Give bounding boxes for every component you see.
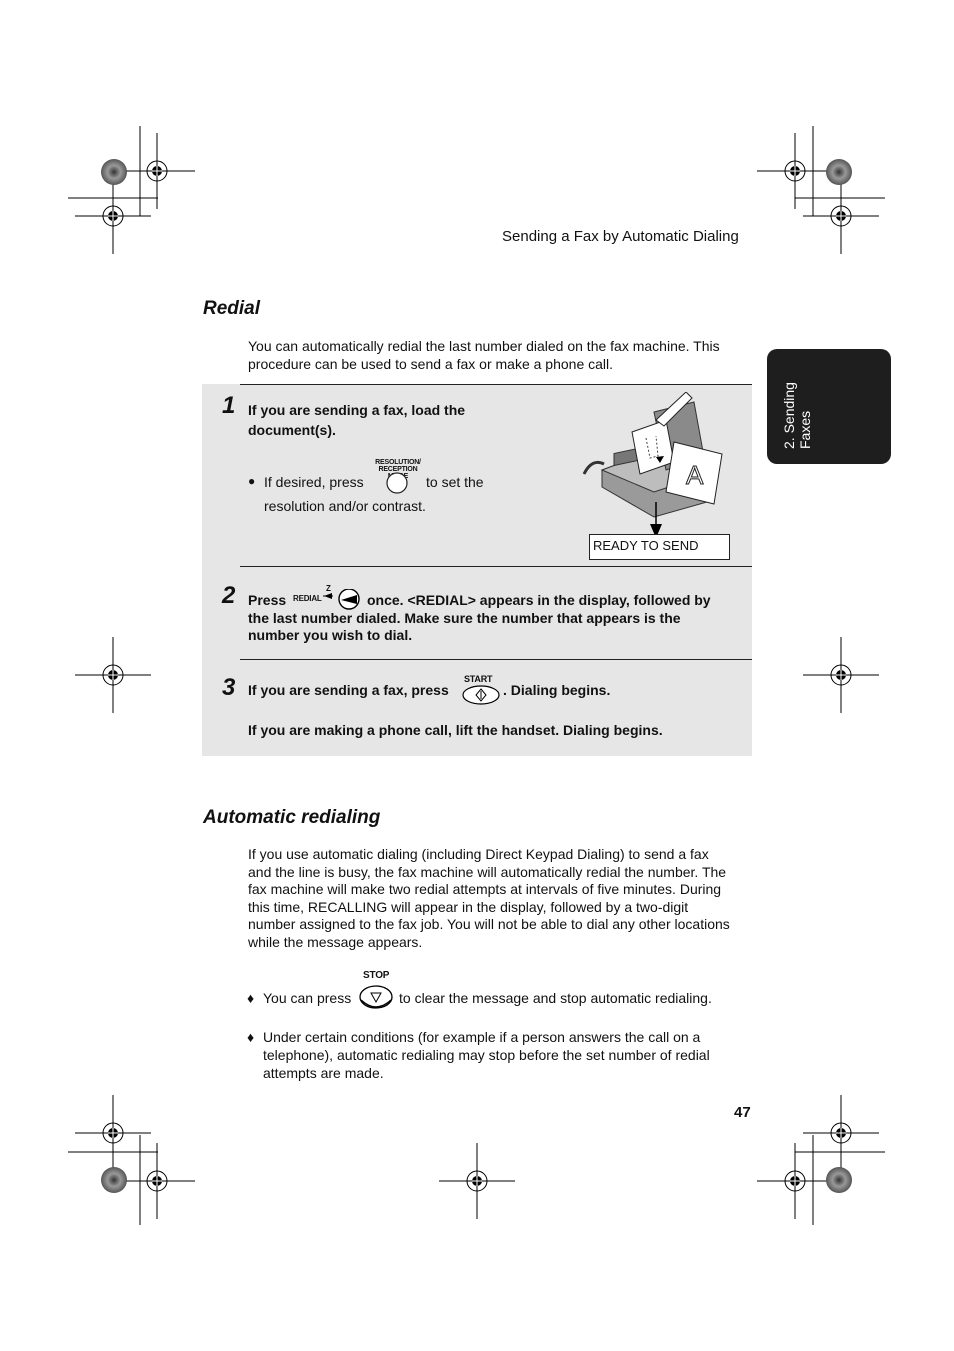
divider <box>240 566 752 567</box>
section-title-redial: Redial <box>203 298 261 319</box>
stop-button-label: STOP <box>363 970 390 981</box>
step-2-text-1: once. <REDIAL> appears in the display, f… <box>367 592 711 608</box>
step-number: 3 <box>222 674 236 701</box>
bullet-dot: ● <box>248 474 256 488</box>
step-2-text-rest: the last number dialed. Make sure the nu… <box>248 610 681 643</box>
start-button-icon[interactable] <box>462 684 502 706</box>
divider <box>240 659 752 660</box>
crosshair-mark <box>802 1094 880 1172</box>
star-target-mark <box>826 1167 852 1193</box>
step-1-bullet-line2: resolution and/or contrast. <box>264 498 426 514</box>
chapter-tab-label: 2. Sending Faxes <box>781 382 813 449</box>
chapter-tab[interactable]: 2. Sending Faxes <box>767 349 891 464</box>
step-1-bullet-suffix: to set the <box>426 474 484 490</box>
crosshair-mark <box>756 1142 834 1220</box>
fax-machine-illustration: A <box>582 392 723 518</box>
diamond-bullet-icon: ♦ <box>247 1029 255 1045</box>
start-button-label: START <box>464 674 493 684</box>
bullet-1-prefix: You can press <box>263 990 352 1006</box>
crosshair-mark <box>118 1142 196 1220</box>
step-3-prefix: If you are sending a fax, press <box>248 682 449 698</box>
star-target-mark <box>826 159 852 185</box>
divider <box>240 384 752 385</box>
svg-text:A: A <box>686 460 704 490</box>
step-number: 1 <box>222 392 236 419</box>
bullet-2-text: Under certain conditions (for example if… <box>263 1029 710 1081</box>
crosshair-mark <box>802 636 880 714</box>
star-target-mark <box>101 1167 127 1193</box>
crosshair-mark <box>438 1142 516 1220</box>
redial-button-icon[interactable] <box>323 589 363 611</box>
auto-redial-paragraph: If you use automatic dialing (including … <box>248 846 730 950</box>
crosshair-mark <box>802 177 880 255</box>
bullet-1-suffix: to clear the message and stop automatic … <box>399 990 712 1006</box>
section-title-auto-redial: Automatic redialing <box>203 807 381 828</box>
crosshair-mark <box>74 636 152 714</box>
step-1-bullet-prefix: If desired, press <box>264 474 364 490</box>
page-number: 47 <box>734 1104 751 1121</box>
step-number: 2 <box>222 582 236 609</box>
redial-button-label: REDIAL <box>293 594 322 603</box>
step-1-text: If you are sending a fax, load the docum… <box>248 402 466 438</box>
star-target-mark <box>101 159 127 185</box>
step-2-prefix: Press <box>248 592 287 608</box>
stop-button-icon[interactable] <box>359 984 395 1012</box>
running-header: Sending a Fax by Automatic Dialing <box>502 228 739 245</box>
lcd-display: READY TO SEND <box>589 534 730 560</box>
diamond-bullet-icon: ♦ <box>247 990 255 1006</box>
step-3-suffix: . Dialing begins. <box>503 682 611 698</box>
step-3-text-2: If you are making a phone call, lift the… <box>248 722 663 738</box>
steps-panel: 1 If you are sending a fax, load the doc… <box>202 384 752 756</box>
redial-intro: You can automatically redial the last nu… <box>248 338 720 372</box>
resolution-button-icon[interactable] <box>385 472 409 494</box>
